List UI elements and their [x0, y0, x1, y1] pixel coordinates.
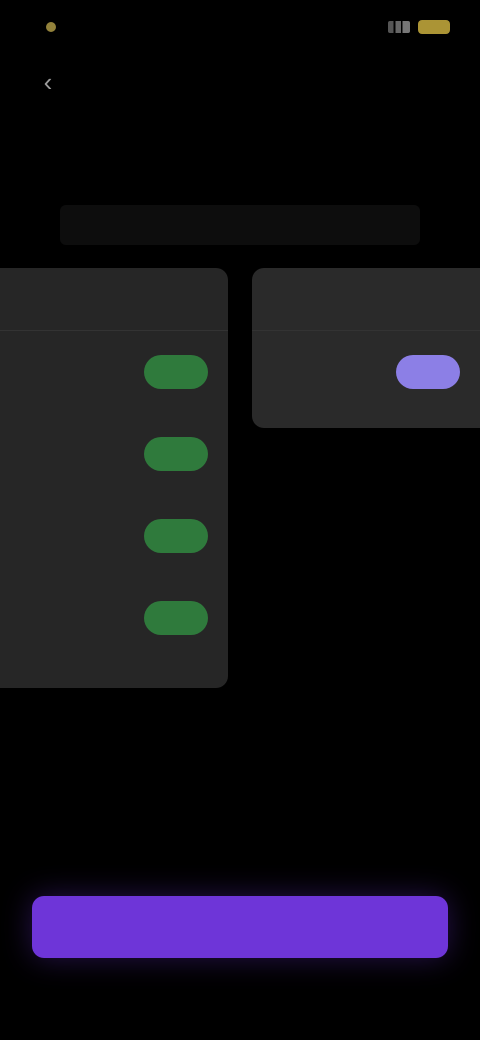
list-item — [0, 495, 228, 577]
right-card-title — [252, 268, 480, 331]
status-bar — [0, 0, 480, 56]
back-button[interactable]: ‹ — [30, 64, 66, 100]
row-action-button[interactable] — [144, 519, 208, 553]
right-card — [252, 268, 480, 428]
row-action-button[interactable] — [144, 355, 208, 389]
signal-icon — [388, 21, 410, 33]
list-item — [0, 577, 228, 659]
list-item — [0, 331, 228, 413]
row-action-button[interactable] — [144, 601, 208, 635]
app-screen: ‹ — [0, 0, 480, 1040]
secondary-link[interactable] — [200, 838, 280, 860]
status-icons — [388, 20, 450, 34]
list-item — [0, 413, 228, 495]
row-action-button[interactable] — [144, 437, 208, 471]
page-subtitle — [60, 205, 420, 245]
primary-button[interactable] — [32, 896, 448, 958]
list-item — [252, 331, 480, 413]
row-action-button[interactable] — [396, 355, 460, 389]
left-card-title — [0, 268, 228, 331]
left-card — [0, 268, 228, 688]
chevron-left-icon: ‹ — [43, 66, 53, 97]
battery-icon — [418, 20, 450, 34]
status-indicator-icon — [46, 22, 56, 32]
